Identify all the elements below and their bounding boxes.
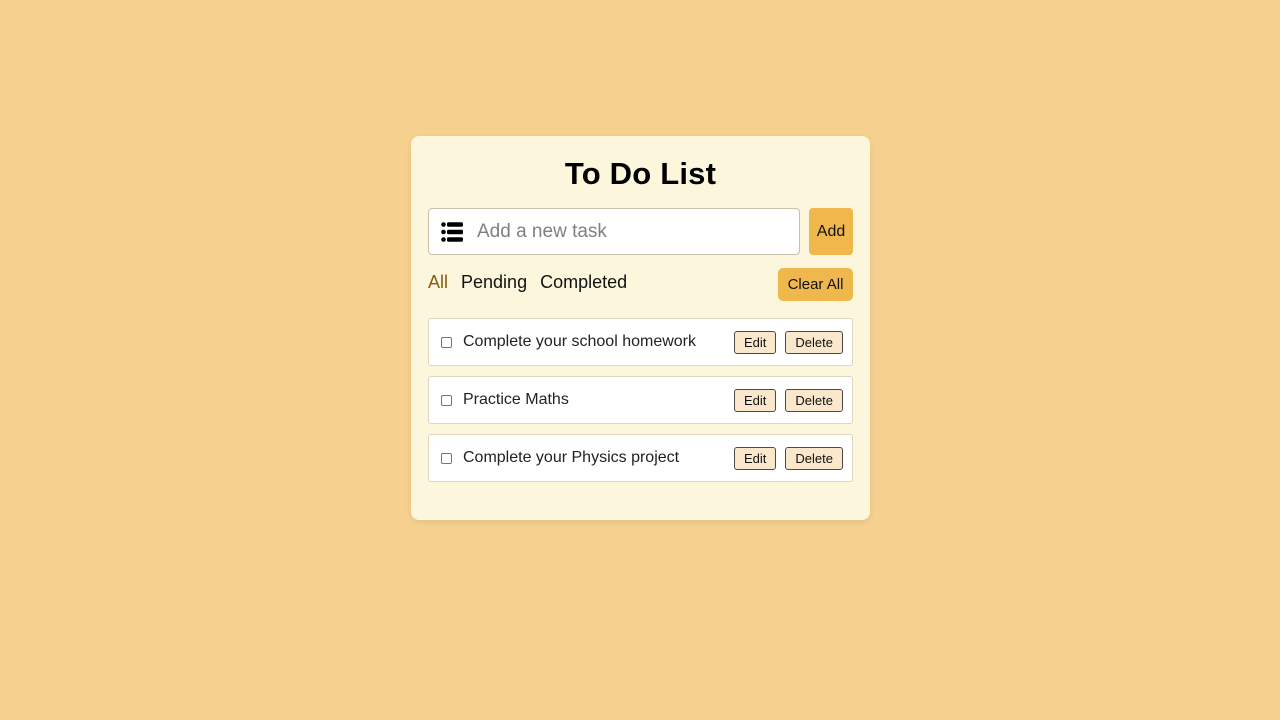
- delete-button[interactable]: Delete: [785, 388, 843, 412]
- filter-completed[interactable]: Completed: [540, 272, 627, 293]
- task-input-container[interactable]: [428, 208, 800, 255]
- task-text: Practice Maths: [463, 391, 569, 408]
- edit-button[interactable]: Edit: [734, 330, 777, 354]
- list-icon: [441, 221, 463, 243]
- task-item: Practice Maths Edit Delete: [428, 376, 853, 424]
- edit-button[interactable]: Edit: [734, 388, 777, 412]
- task-text: Complete your school homework: [463, 333, 696, 350]
- task-item: Complete your school homework Edit Delet…: [428, 318, 853, 366]
- todo-card: To Do List Add All Pending Completed Cle…: [411, 136, 870, 520]
- clear-all-button[interactable]: Clear All: [778, 268, 853, 301]
- task-checkbox[interactable]: [441, 394, 452, 406]
- edit-button[interactable]: Edit: [734, 446, 777, 470]
- task-text: Complete your Physics project: [463, 449, 680, 466]
- task-item: Complete your Physics project Edit Delet…: [428, 434, 853, 482]
- delete-button[interactable]: Delete: [785, 330, 843, 354]
- filter-all[interactable]: All: [428, 272, 448, 293]
- filter-tabs: All Pending Completed: [428, 272, 640, 293]
- delete-button[interactable]: Delete: [785, 446, 843, 470]
- new-task-input[interactable]: [477, 220, 777, 243]
- filter-pending[interactable]: Pending: [461, 272, 527, 293]
- task-checkbox[interactable]: [441, 336, 452, 348]
- task-checkbox[interactable]: [441, 452, 452, 464]
- add-task-button[interactable]: Add: [809, 208, 853, 255]
- page-title: To Do List: [564, 156, 717, 191]
